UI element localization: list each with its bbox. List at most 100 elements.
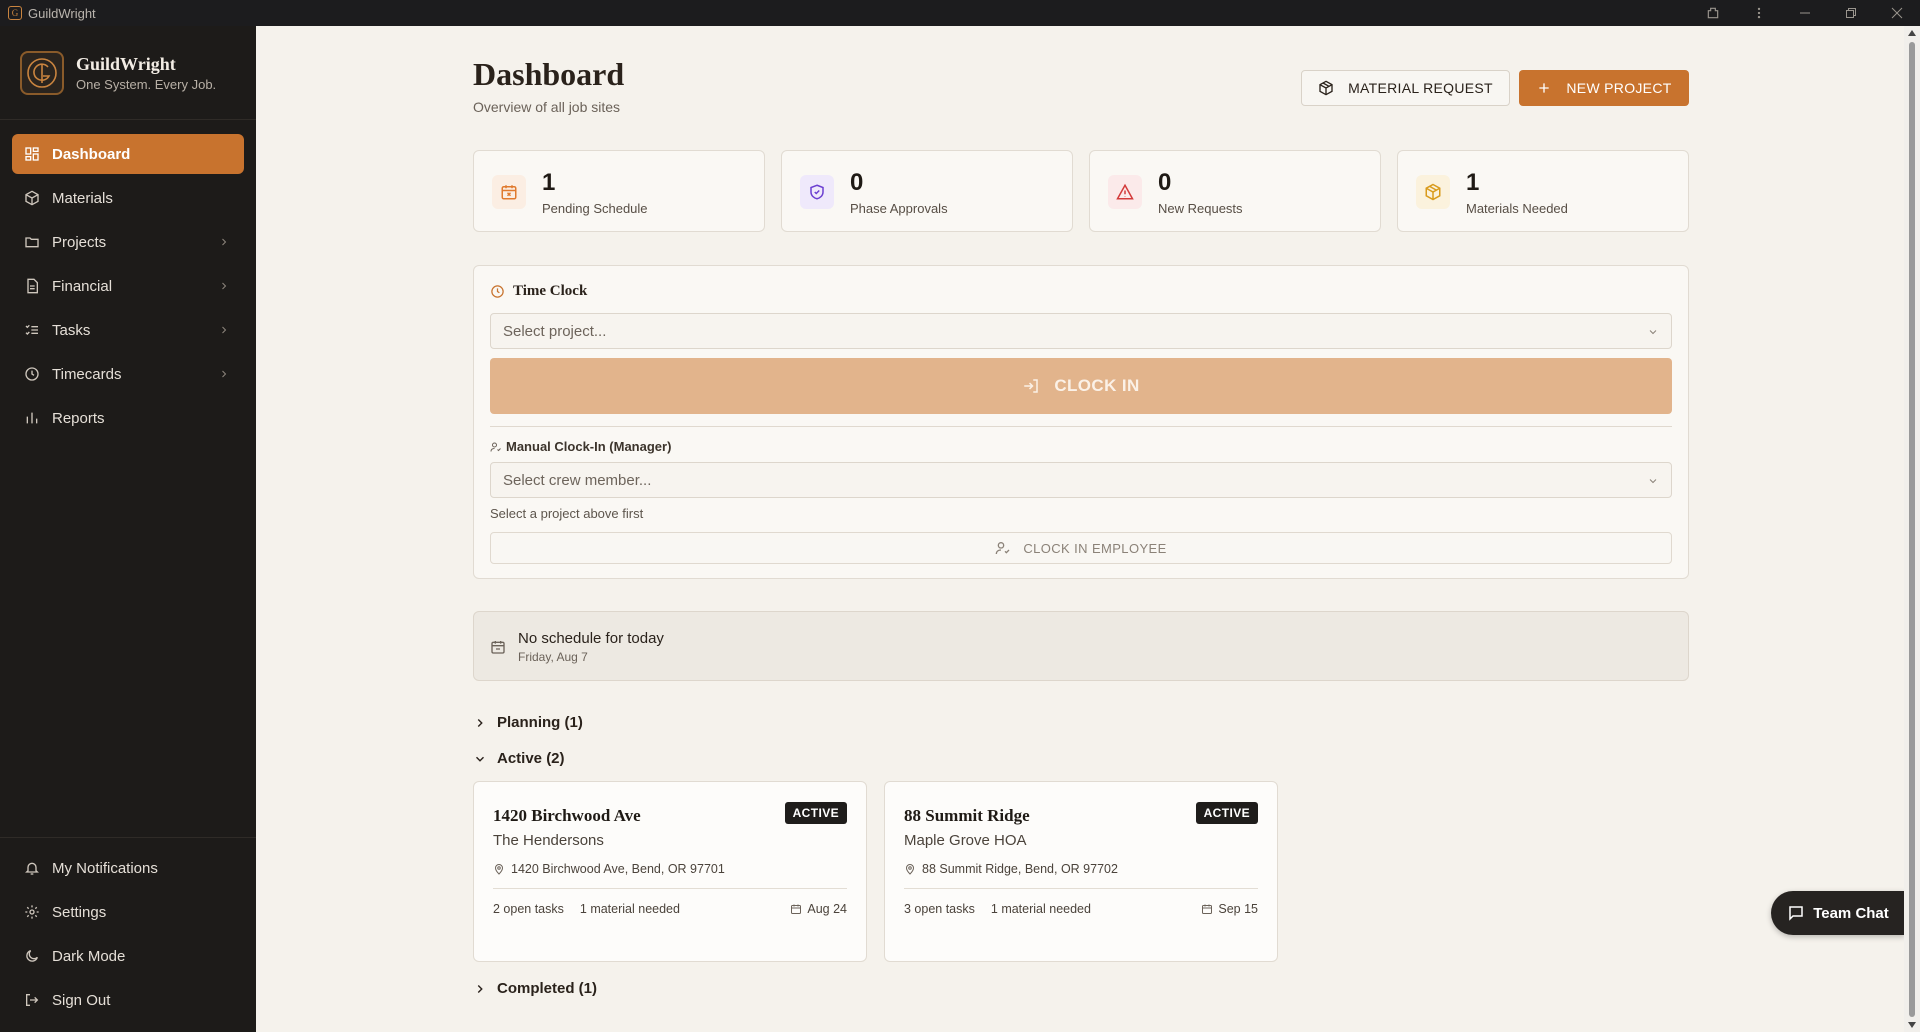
app-icon: G: [8, 6, 22, 20]
section-label: Completed (1): [497, 980, 598, 997]
close-button[interactable]: [1874, 0, 1920, 26]
chevron-down-icon: [1649, 479, 1657, 484]
sidebar-item-label: Materials: [52, 189, 113, 207]
sidebar-item-settings[interactable]: Settings: [12, 892, 244, 932]
alert-triangle-icon: [1108, 175, 1142, 209]
restore-button[interactable]: [1828, 0, 1874, 26]
project-card[interactable]: 1420 Birchwood Ave ACTIVE The Hendersons…: [473, 781, 867, 962]
project-card[interactable]: 88 Summit Ridge ACTIVE Maple Grove HOA 8…: [884, 781, 1278, 962]
schedule-title: No schedule for today: [518, 630, 664, 647]
scrollbar[interactable]: [1904, 26, 1920, 1032]
sidebar-item-notifications[interactable]: My Notifications: [12, 848, 244, 888]
grid-icon: [25, 147, 39, 161]
chevron-down-icon: [1649, 330, 1657, 335]
status-badge: ACTIVE: [1195, 802, 1258, 824]
crew-member-select[interactable]: Select crew member...: [490, 462, 1672, 498]
manual-clock-in-label: Manual Clock-In (Manager): [490, 439, 671, 454]
folder-icon: [25, 237, 39, 248]
new-project-button[interactable]: NEW PROJECT: [1519, 70, 1689, 106]
plus-icon: [1539, 83, 1550, 93]
stat-value: 1: [542, 169, 556, 196]
project-date: Sep 15: [1201, 902, 1258, 916]
calendar-x-icon: [492, 175, 526, 209]
clock-in-button[interactable]: CLOCK IN: [490, 358, 1672, 414]
clock-in-label: CLOCK IN: [1054, 376, 1140, 395]
project-address: 88 Summit Ridge, Bend, OR 97702: [904, 862, 1118, 876]
sidebar-item-label: Financial: [52, 277, 113, 295]
divider: [904, 888, 1258, 889]
clock-icon: [25, 367, 39, 381]
section-completed-toggle[interactable]: Completed (1): [473, 980, 597, 997]
sidebar-item-reports[interactable]: Reports: [12, 398, 244, 438]
chevron-right-icon: [477, 984, 483, 993]
sidebar-item-dark-mode[interactable]: Dark Mode: [12, 936, 244, 976]
materials-needed-count: 1 material needed: [990, 902, 1091, 916]
more-vertical-icon[interactable]: [1736, 0, 1782, 26]
sidebar-item-label: Projects: [52, 233, 107, 251]
material-request-label: MATERIAL REQUEST: [1348, 80, 1493, 96]
materials-needed-count: 1 material needed: [579, 902, 680, 916]
sidebar-item-label: Reports: [52, 409, 105, 427]
stat-card-new-requests[interactable]: 0 New Requests: [1089, 150, 1381, 232]
stat-card-materials-needed[interactable]: 1 Materials Needed: [1397, 150, 1689, 232]
divider: [493, 888, 847, 889]
section-active-toggle[interactable]: Active (2): [473, 750, 565, 767]
project-select-placeholder: Select project...: [503, 322, 607, 340]
user-check-icon: [490, 442, 501, 452]
sidebar-item-financial[interactable]: Financial: [12, 266, 244, 306]
section-label: Planning (1): [497, 714, 583, 731]
sidebar-item-sign-out[interactable]: Sign Out: [12, 980, 244, 1020]
section-planning-toggle[interactable]: Planning (1): [473, 714, 583, 731]
stat-value: 1: [1466, 169, 1480, 196]
sidebar-item-dashboard[interactable]: Dashboard: [12, 134, 244, 174]
sidebar-item-label: Settings: [52, 903, 107, 921]
clock-in-employee-button[interactable]: CLOCK IN EMPLOYEE: [490, 532, 1672, 564]
calendar-icon: [491, 641, 505, 654]
document-icon: [27, 278, 38, 294]
chevron-down-icon: [476, 756, 484, 762]
project-select[interactable]: Select project...: [490, 313, 1672, 349]
project-client: The Hendersons: [493, 832, 604, 849]
clock-icon: [491, 285, 504, 298]
moon-icon: [26, 950, 38, 962]
scrollbar-thumb[interactable]: [1909, 42, 1915, 1017]
team-chat-button[interactable]: Team Chat: [1771, 891, 1905, 935]
chevron-right-icon: [222, 326, 227, 334]
minimize-button[interactable]: [1782, 0, 1828, 26]
list-checks-icon: [25, 324, 38, 335]
brand[interactable]: GuildWright One System. Every Job.: [0, 26, 256, 120]
open-tasks-count: 3 open tasks: [904, 902, 975, 916]
calendar-icon: [791, 904, 802, 914]
sidebar-item-label: Timecards: [52, 365, 122, 383]
scroll-down-arrow[interactable]: [1908, 1022, 1916, 1028]
stat-card-phase-approvals[interactable]: 0 Phase Approvals: [781, 150, 1073, 232]
project-name: 1420 Birchwood Ave: [493, 806, 641, 825]
user-check-icon: [995, 542, 1010, 555]
brand-logo: [20, 50, 64, 95]
scroll-up-arrow[interactable]: [1908, 30, 1916, 36]
time-clock-title: Time Clock: [490, 283, 587, 300]
brand-tagline: One System. Every Job.: [76, 76, 217, 92]
sidebar-item-tasks[interactable]: Tasks: [12, 310, 244, 350]
window-titlebar: G GuildWright: [0, 0, 1920, 26]
clock-in-employee-label: CLOCK IN EMPLOYEE: [1023, 540, 1167, 556]
gear-icon: [25, 905, 39, 919]
extensions-icon[interactable]: [1690, 0, 1736, 26]
project-meta: 2 open tasks 1 material needed: [493, 902, 696, 916]
sidebar-nav: Dashboard Materials Projects Financial T…: [0, 120, 256, 438]
schedule-date: Friday, Aug 7: [518, 650, 588, 664]
box-icon: [25, 190, 39, 206]
status-badge: ACTIVE: [784, 802, 847, 824]
bell-icon: [25, 862, 39, 875]
material-request-button[interactable]: MATERIAL REQUEST: [1301, 70, 1510, 106]
sidebar-item-projects[interactable]: Projects: [12, 222, 244, 262]
new-project-label: NEW PROJECT: [1566, 80, 1672, 96]
stat-card-pending-schedule[interactable]: 1 Pending Schedule: [473, 150, 765, 232]
helper-text: Select a project above first: [490, 506, 644, 521]
sidebar-item-timecards[interactable]: Timecards: [12, 354, 244, 394]
open-tasks-count: 2 open tasks: [493, 902, 564, 916]
map-pin-icon: [905, 864, 915, 875]
shield-check-icon: [800, 175, 834, 209]
sidebar-item-materials[interactable]: Materials: [12, 178, 244, 218]
chevron-right-icon: [222, 238, 227, 246]
